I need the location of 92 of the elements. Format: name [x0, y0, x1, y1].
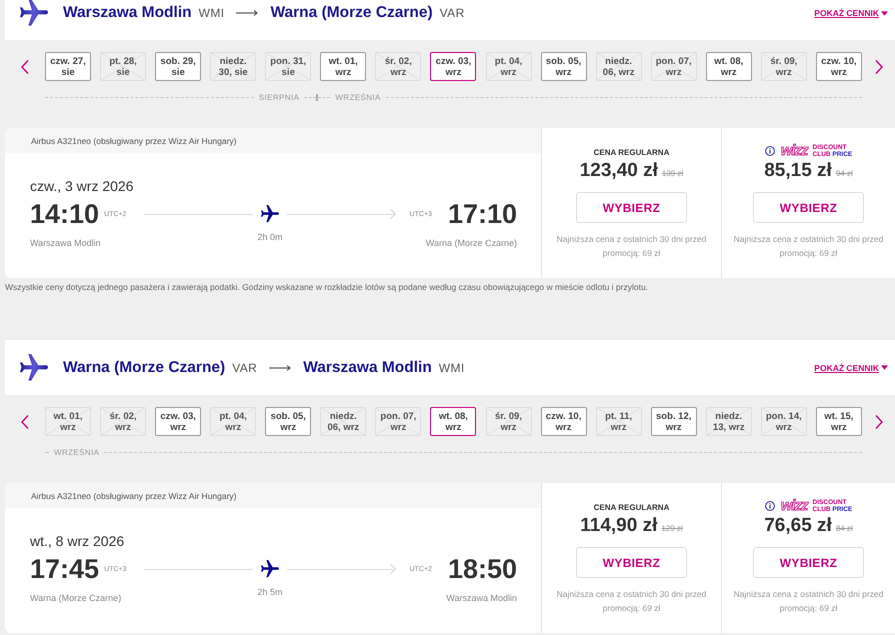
info-icon[interactable] — [764, 146, 775, 156]
old-price: 129 zł — [661, 524, 683, 533]
select-button[interactable]: WYBIERZ — [576, 547, 687, 578]
date-tile[interactable]: czw. 10, wrz — [540, 407, 587, 436]
date-tile[interactable]: pon. 07, wrz — [650, 52, 697, 81]
date-tile[interactable]: czw. 03, wrz — [430, 52, 476, 81]
fare-price: 123,40 zł — [580, 160, 658, 182]
date-tile[interactable]: wt. 08, wrz — [430, 407, 476, 436]
date-tile[interactable]: pon. 31, sie — [265, 52, 312, 81]
date-tile[interactable]: pt. 04, wrz — [486, 52, 532, 81]
date-tile[interactable]: sob. 05, wrz — [265, 407, 312, 436]
airplane-icon — [261, 560, 279, 578]
arrow-right-icon — [269, 364, 292, 372]
arrow-right-icon — [236, 9, 258, 17]
select-button[interactable]: WYBIERZ — [753, 547, 864, 578]
origin-city: Warna (Morze Czarne) — [63, 358, 226, 376]
date-tile[interactable]: niedz. 30, sie — [210, 52, 256, 81]
departure-airport: Warna (Morze Czarne) — [30, 592, 122, 604]
arrival-time: 17:10 — [448, 199, 517, 229]
date-tile[interactable]: niedz. 13, wrz — [706, 407, 752, 436]
chevron-right-icon — [874, 414, 882, 428]
chevron-left-icon — [21, 60, 29, 74]
chevron-left-icon — [21, 414, 29, 428]
date-tile[interactable]: wt. 15, wrz — [816, 407, 862, 436]
date-tile[interactable]: śr. 09, wrz — [486, 407, 532, 436]
airplane-icon — [20, 354, 48, 382]
date-tile[interactable]: śr. 09, wrz — [760, 52, 807, 81]
date-tile[interactable]: pt. 28, sie — [100, 52, 146, 81]
select-button[interactable]: WYBIERZ — [753, 192, 864, 223]
date-tile[interactable]: sob. 12, wrz — [650, 407, 697, 436]
month-label: SIERPNIA — [258, 92, 300, 102]
lowest-price-note: Najniższa cena z ostatnich 30 dni przed promocją: 69 zł — [732, 588, 884, 615]
caret-down-icon — [881, 10, 888, 16]
date-tile[interactable]: wt. 08, wrz — [706, 52, 752, 81]
date-tile[interactable]: czw. 03, wrz — [155, 407, 202, 436]
date-tile[interactable]: pt. 11, wrz — [596, 407, 642, 436]
date-tile[interactable]: czw. 27, sie — [45, 52, 91, 81]
caret-down-icon — [881, 365, 888, 370]
aircraft-label: Airbus A321neo (obsługiwany przez Wizz Air Hungary) — [31, 136, 237, 146]
departure-time: 17:45 — [30, 554, 100, 584]
departure-airport: Warszawa Modlin — [30, 237, 102, 249]
origin-city: Warszawa Modlin — [63, 4, 192, 22]
aircraft-label: Airbus A321neo (obsługiwany przez Wizz Air Hungary) — [31, 490, 237, 500]
fare-price: 85,15 zł — [764, 160, 832, 182]
price-footnote: Wszystkie ceny dotyczą jednego pasażera i zawierają podatki. Godziny wskazane w rozkładzie lotów są podane według czasu obowiązującego w mieście odlotu i przylotu. — [5, 281, 650, 293]
date-tile[interactable]: wt. 01, wrz — [320, 52, 366, 81]
airport-code: VAR — [232, 360, 258, 374]
chevron-right-icon — [874, 60, 882, 74]
lowest-price-note: Najniższa cena z ostatnich 30 dni przed promocją: 69 zł — [556, 588, 708, 615]
date-tile[interactable]: pon. 07, wrz — [375, 407, 422, 436]
fare-price: 76,65 zł — [764, 515, 832, 537]
date-tile[interactable]: czw. 10, wrz — [816, 52, 862, 81]
date-tile[interactable]: śr. 02, wrz — [375, 52, 422, 81]
info-icon[interactable] — [764, 501, 775, 511]
flight-duration: 2h 5m — [257, 586, 282, 598]
airport-code: WMI — [438, 360, 465, 374]
fare-title: CENA REGULARNA — [594, 503, 670, 513]
date-tile[interactable]: śr. 02, wrz — [100, 407, 146, 436]
flight-date: czw., 3 wrz 2026 — [30, 177, 134, 195]
lowest-price-note: Najniższa cena z ostatnich 30 dni przed promocją: 69 zł — [732, 233, 884, 260]
show-prices-link[interactable]: POKAŻ CENNIK — [814, 8, 888, 18]
show-prices-link[interactable]: POKAŻ CENNIK — [814, 362, 888, 372]
arrival-time: 18:50 — [448, 554, 517, 584]
flight-date: wt., 8 wrz 2026 — [30, 532, 126, 550]
lowest-price-note: Najniższa cena z ostatnich 30 dni przed promocją: 69 zł — [556, 233, 708, 260]
airport-code: VAR — [440, 6, 465, 20]
fare-title: CENA REGULARNA — [594, 148, 670, 158]
date-tile[interactable]: niedz. 06, wrz — [320, 407, 366, 436]
departure-time: 14:10 — [30, 199, 100, 229]
arrival-airport: Warszawa Modlin — [446, 592, 517, 604]
flight-duration: 2h 0m — [257, 231, 282, 243]
date-tile[interactable]: sob. 05, wrz — [540, 52, 587, 81]
date-tile[interactable]: wt. 01, wrz — [45, 407, 91, 436]
logo-wordmark: wizz — [780, 499, 810, 513]
old-price: 94 zł — [836, 169, 853, 178]
month-label: WRZEŚNIA — [54, 448, 100, 456]
date-tile[interactable]: pon. 14, wrz — [760, 407, 807, 436]
date-tile[interactable]: sob. 29, sie — [155, 52, 202, 81]
airplane-icon — [20, 0, 48, 27]
select-button[interactable]: WYBIERZ — [576, 192, 687, 223]
date-tile[interactable]: niedz. 06, wrz — [596, 52, 642, 81]
logo-wordmark: wizz — [780, 144, 810, 158]
date-tile[interactable]: pt. 04, wrz — [210, 407, 256, 436]
destination-city: Warszawa Modlin — [303, 358, 432, 376]
fare-price: 114,90 zł — [580, 515, 658, 537]
airplane-icon — [261, 205, 279, 223]
arrival-airport: Warna (Morze Czarne) — [426, 237, 517, 249]
old-price: 139 zł — [662, 169, 684, 178]
destination-city: Warna (Morze Czarne) — [270, 4, 433, 22]
old-price: 84 zł — [836, 524, 853, 533]
month-label: WRZEŚNIA — [335, 92, 381, 102]
airport-code: WMI — [198, 6, 224, 20]
